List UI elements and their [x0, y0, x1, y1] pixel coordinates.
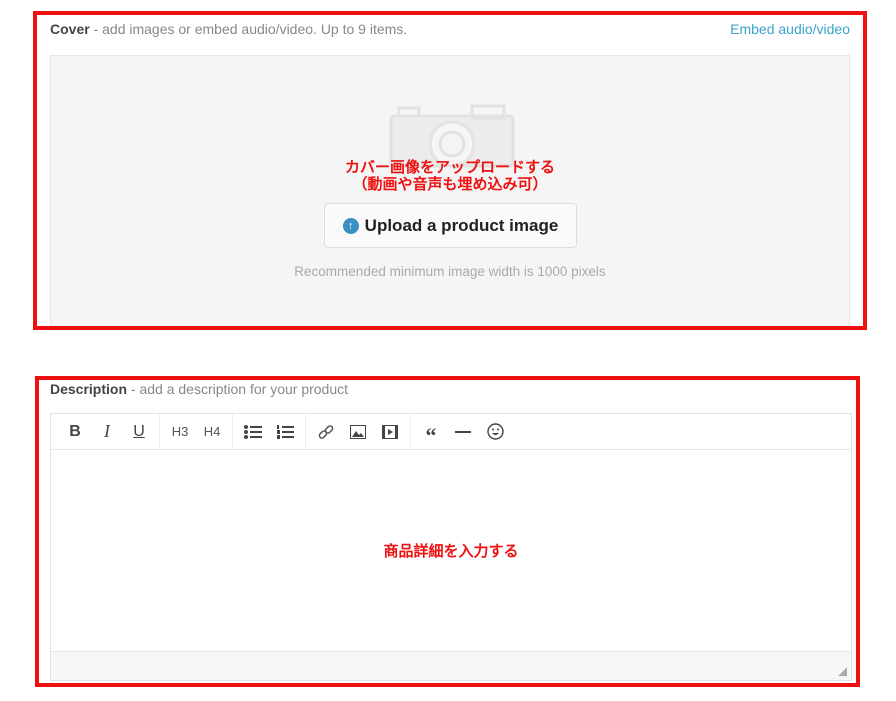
upload-product-image-button[interactable]: ↑ Upload a product image — [324, 203, 577, 248]
underline-button[interactable]: U — [123, 418, 155, 446]
annotation-line-2: （動画や音声も埋め込み可） — [352, 176, 548, 193]
annotation-line-1: カバー画像をアップロードする — [344, 159, 555, 176]
description-annotation: 商品詳細を入力する — [383, 543, 519, 560]
resize-handle-icon[interactable] — [838, 667, 847, 676]
bold-button[interactable]: B — [59, 418, 91, 446]
cover-annotation: カバー画像をアップロードする （動画や音声も埋め込み可） — [51, 159, 849, 193]
emoji-icon[interactable] — [479, 418, 511, 446]
link-icon[interactable] — [310, 418, 342, 446]
blockquote-icon[interactable]: “ — [415, 418, 447, 448]
description-text-area[interactable]: 商品詳細を入力する — [51, 450, 851, 651]
heading3-button[interactable]: H3 — [164, 418, 196, 446]
italic-button[interactable]: I — [91, 418, 123, 446]
description-label: Description - add a description for your… — [50, 381, 348, 397]
editor-status-bar — [51, 651, 851, 680]
insert-image-icon[interactable] — [342, 418, 374, 446]
bullet-list-icon[interactable] — [237, 418, 269, 446]
cover-upload-dropzone[interactable]: カバー画像をアップロードする （動画や音声も埋め込み可） ↑ Upload a … — [50, 55, 850, 326]
embed-audio-video-link[interactable]: Embed audio/video — [730, 21, 850, 37]
upload-arrow-icon: ↑ — [342, 217, 359, 234]
description-editor: B I U H3 H4 “ 商品詳細を入力する — [50, 413, 852, 681]
upload-button-label: Upload a product image — [364, 215, 559, 235]
description-subtitle: - add a description for your product — [127, 381, 349, 397]
description-title: Description — [50, 381, 128, 397]
cover-label: Cover - add images or embed audio/video.… — [50, 21, 407, 37]
numbered-list-icon[interactable] — [269, 418, 301, 446]
image-width-recommendation: Recommended minimum image width is 1000 … — [294, 264, 606, 279]
insert-video-icon[interactable] — [374, 418, 406, 446]
cover-subtitle: - add images or embed audio/video. Up to… — [89, 21, 408, 37]
editor-toolbar: B I U H3 H4 “ — [51, 414, 851, 450]
cover-title: Cover — [50, 21, 90, 37]
heading4-button[interactable]: H4 — [196, 418, 228, 446]
horizontal-rule-icon[interactable] — [447, 418, 479, 446]
